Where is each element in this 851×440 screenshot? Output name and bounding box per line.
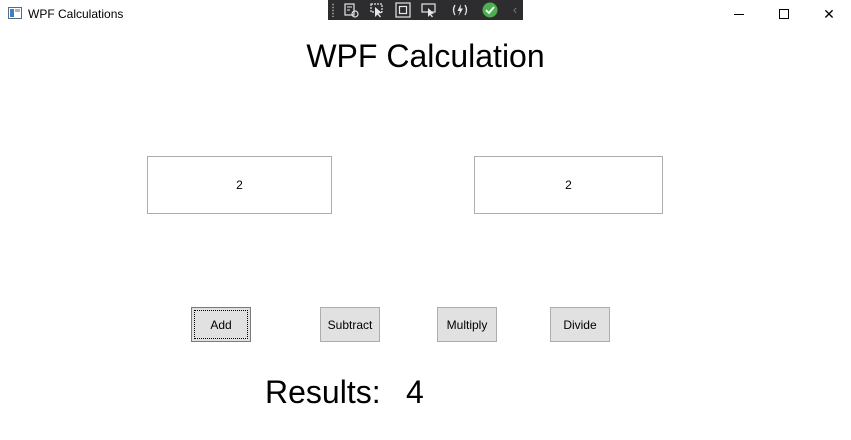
divide-button[interactable]: Divide xyxy=(550,307,610,342)
live-visual-tree-icon[interactable] xyxy=(342,2,360,18)
debug-toolbar: ‹ xyxy=(328,0,523,20)
title-bar: WPF Calculations ‹ ✕ xyxy=(0,0,851,28)
window-title: WPF Calculations xyxy=(28,7,124,21)
toolbar-grip-icon[interactable] xyxy=(331,3,335,17)
close-button[interactable]: ✕ xyxy=(806,0,851,28)
maximize-button[interactable] xyxy=(761,0,807,28)
add-button[interactable]: Add xyxy=(191,307,251,342)
hot-reload-status-icon[interactable] xyxy=(481,2,499,18)
second-number-input[interactable]: 2 xyxy=(474,156,663,214)
minimize-icon xyxy=(734,13,744,15)
multiply-button[interactable]: Multiply xyxy=(437,307,497,342)
close-icon: ✕ xyxy=(823,5,835,22)
track-focused-element-icon[interactable] xyxy=(420,2,438,18)
minimize-button[interactable] xyxy=(716,0,762,28)
app-window-icon xyxy=(8,7,22,19)
hot-reload-icon[interactable] xyxy=(451,2,469,18)
maximize-icon xyxy=(779,9,789,19)
display-layout-adorners-icon[interactable] xyxy=(394,2,412,18)
subtract-button[interactable]: Subtract xyxy=(320,307,380,342)
select-element-icon[interactable] xyxy=(368,2,386,18)
collapse-toolbar-icon[interactable]: ‹ xyxy=(506,2,524,18)
results-value: 4 xyxy=(406,374,424,410)
first-number-input[interactable]: 2 xyxy=(147,156,332,214)
results-label: Results: xyxy=(265,374,381,410)
page-title: WPF Calculation xyxy=(306,38,545,74)
